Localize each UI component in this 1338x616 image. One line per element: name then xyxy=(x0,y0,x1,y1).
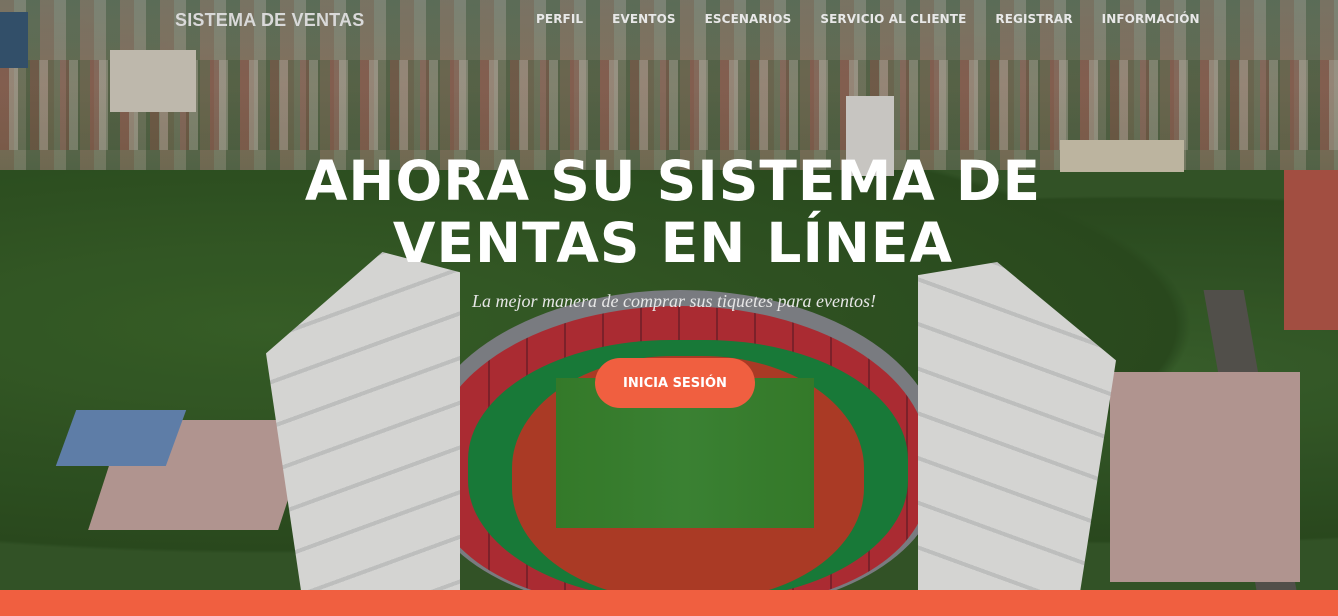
hero-headline: AHORA SU SISTEMA DE VENTAS EN LÍNEA xyxy=(300,150,1046,274)
hero-headline-line1: AHORA SU SISTEMA DE xyxy=(304,149,1042,213)
section-divider-band xyxy=(0,590,1338,616)
nav-link-escenarios[interactable]: ESCENARIOS xyxy=(705,12,792,26)
nav-link-informacion[interactable]: INFORMACIÓN xyxy=(1102,12,1200,26)
nav-link-perfil[interactable]: PERFIL xyxy=(536,12,583,26)
hero-headline-line2: VENTAS EN LÍNEA xyxy=(392,211,954,275)
nav-link-eventos[interactable]: EVENTOS xyxy=(612,12,675,26)
hero-subheadline: La mejor manera de comprar sus tiquetes … xyxy=(472,291,876,311)
login-button[interactable]: INICIA SESIÓN xyxy=(595,358,755,408)
nav-link-servicio-al-cliente[interactable]: SERVICIO AL CLIENTE xyxy=(820,12,966,26)
nav-links: PERFIL EVENTOS ESCENARIOS SERVICIO AL CL… xyxy=(536,12,1229,26)
nav-link-registrar[interactable]: REGISTRAR xyxy=(995,12,1072,26)
top-navbar: SISTEMA DE VENTAS PERFIL EVENTOS ESCENAR… xyxy=(0,0,1338,42)
brand-link[interactable]: SISTEMA DE VENTAS xyxy=(175,10,364,31)
